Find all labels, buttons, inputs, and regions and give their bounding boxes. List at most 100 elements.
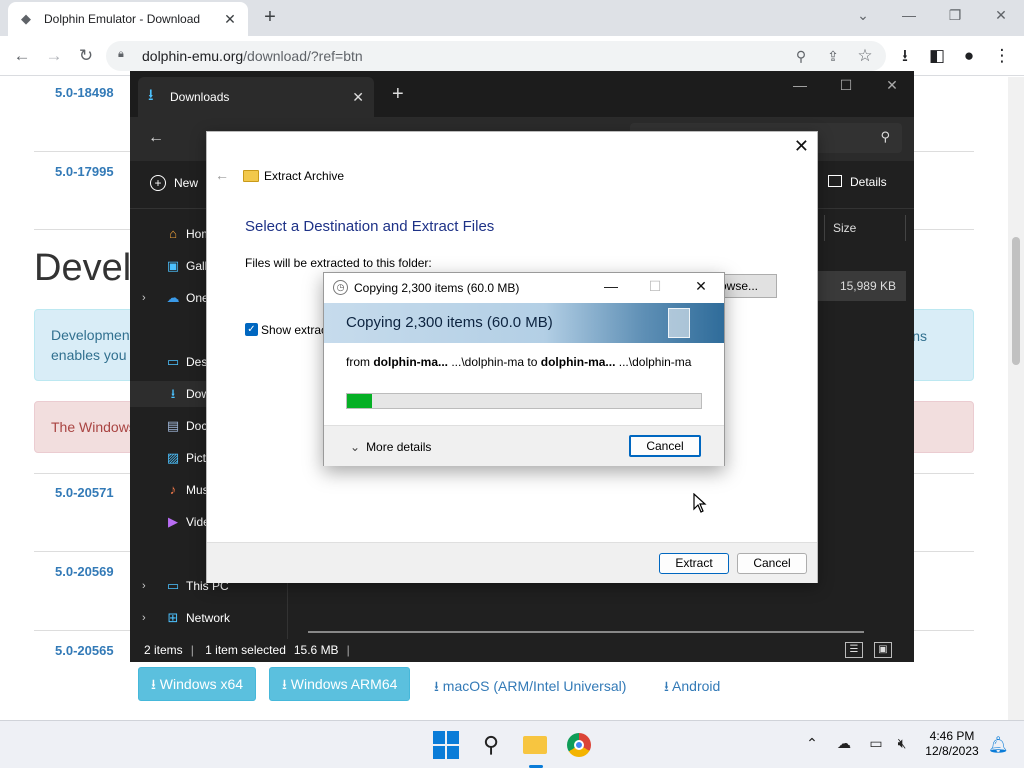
chevron-right-icon[interactable]: ›: [142, 605, 146, 631]
minimize-button[interactable]: —: [780, 77, 820, 93]
home-icon: ⌂: [169, 226, 177, 241]
download-icon: ⭳: [282, 676, 291, 692]
explorer-tab[interactable]: ⭳ Downloads ✕: [138, 77, 374, 117]
browser-tab[interactable]: ◆ Dolphin Emulator - Download ✕: [8, 2, 248, 36]
bookmark-star-icon[interactable]: ☆: [853, 44, 877, 68]
windows-start-icon[interactable]: [433, 731, 461, 759]
plus-icon: +: [150, 175, 166, 191]
version-link[interactable]: 5.0-20565: [55, 643, 114, 658]
source-name[interactable]: dolphin-ma...: [373, 355, 448, 369]
download-macos-link[interactable]: ⭳ macOS (ARM/Intel Universal): [434, 676, 626, 700]
status-selected: 1 item selected: [205, 643, 286, 657]
version-link[interactable]: 5.0-20571: [55, 485, 114, 500]
close-icon[interactable]: ✕: [686, 278, 716, 295]
details-pane-icon: [828, 175, 842, 187]
extract-button[interactable]: Extract: [659, 553, 729, 574]
new-tab-button[interactable]: +: [260, 6, 280, 28]
computer-icon: ▭: [166, 578, 180, 593]
cancel-button[interactable]: Cancel: [737, 553, 807, 574]
forward-arrow-icon[interactable]: →: [42, 44, 66, 68]
downloads-icon[interactable]: ⭳: [893, 44, 917, 68]
folder-shape: [523, 736, 547, 754]
cancel-copy-button[interactable]: Cancel: [629, 435, 701, 457]
restore-button[interactable]: ❐: [932, 4, 978, 26]
back-arrow-icon[interactable]: ←: [148, 129, 164, 147]
lock-icon: 🔒︎: [118, 48, 124, 60]
destination-name[interactable]: dolphin-ma...: [541, 355, 616, 369]
network-icon[interactable]: ▭: [866, 735, 886, 752]
address-bar[interactable]: 🔒︎ dolphin-emu.org/download/?ref=btn: [106, 41, 886, 71]
file-size: 15,989 KB: [839, 279, 896, 293]
close-tab-icon[interactable]: ✕: [352, 89, 364, 106]
horizontal-scrollbar[interactable]: [308, 631, 864, 633]
download-windows-arm64-button[interactable]: ⭳ Windows ARM64: [269, 667, 411, 701]
cloud-icon: ☁: [166, 290, 180, 305]
taskbar-clock[interactable]: 4:46 PM 12/8/2023: [924, 729, 980, 759]
copy-dialog-footer: ⌄ More details Cancel: [324, 425, 724, 466]
destination-label: Files will be extracted to this folder:: [245, 256, 432, 270]
tab-search-icon[interactable]: ⌄: [840, 4, 886, 26]
clock-date: 12/8/2023: [925, 744, 979, 758]
zip-folder-icon: [243, 170, 259, 182]
clock-time: 4:46 PM: [929, 729, 975, 743]
column-header-size[interactable]: Size: [824, 215, 906, 241]
from-label: from: [346, 355, 374, 369]
separator: |: [190, 643, 194, 657]
show-files-checkbox[interactable]: ✓: [245, 323, 258, 336]
close-icon[interactable]: ✕: [794, 136, 809, 157]
copy-dialog-title: Copying 2,300 items (60.0 MB): [354, 281, 520, 295]
show-files-label: Show extract: [261, 323, 331, 337]
chevron-right-icon[interactable]: ›: [142, 285, 146, 311]
menu-kebab-icon[interactable]: ⋮: [990, 44, 1014, 68]
file-explorer-icon[interactable]: [521, 731, 549, 768]
download-icon: ⭳: [170, 386, 176, 401]
gallery-icon: ▣: [166, 258, 180, 273]
new-tab-button[interactable]: +: [392, 83, 404, 106]
version-link[interactable]: 5.0-17995: [55, 164, 114, 179]
details-button[interactable]: Details: [828, 175, 887, 189]
new-button[interactable]: + New: [150, 175, 198, 191]
side-panel-icon[interactable]: ◧: [925, 44, 949, 68]
volume-muted-icon[interactable]: 🔇︎: [892, 735, 912, 752]
desktop-icon: ▭: [166, 354, 180, 369]
status-size: 15.6 MB: [293, 643, 339, 657]
maximize-button[interactable]: ☐: [826, 77, 866, 94]
cloud-sync-icon[interactable]: ☁: [834, 735, 854, 752]
minimize-button[interactable]: —: [596, 278, 626, 294]
page-scrollbar[interactable]: [1008, 77, 1024, 720]
close-window-button[interactable]: ✕: [872, 77, 912, 94]
profile-icon[interactable]: ●: [957, 44, 981, 68]
source-path: ...\dolphin-ma: [448, 355, 525, 369]
download-icon: ⭳: [148, 86, 154, 104]
network-icon: ⊞: [167, 610, 179, 625]
chevron-up-icon[interactable]: ⌃: [802, 735, 822, 752]
to-label: to: [524, 355, 541, 369]
chrome-icon[interactable]: [565, 731, 593, 759]
explorer-tab-strip: ⭳ Downloads ✕ + — ☐ ✕: [130, 71, 914, 117]
close-tab-icon[interactable]: ✕: [222, 11, 238, 28]
search-icon[interactable]: ⚲: [789, 44, 813, 68]
version-link[interactable]: 5.0-18498: [55, 85, 114, 100]
minimize-button[interactable]: —: [886, 4, 932, 26]
download-windows-x64-button[interactable]: ⭳ Windows x64: [138, 667, 257, 701]
notification-bell-icon[interactable]: 🔔︎: [988, 735, 1008, 755]
more-details-toggle[interactable]: ⌄ More details: [350, 440, 431, 454]
details-view-icon[interactable]: ☰: [845, 642, 863, 658]
chevron-right-icon[interactable]: ›: [142, 573, 146, 599]
scrollbar-thumb[interactable]: [1012, 237, 1020, 365]
taskbar: ⚲ ⌃ ☁ ▭ 🔇︎ 4:46 PM 12/8/2023 🔔︎: [0, 720, 1024, 768]
document-icon: [668, 308, 690, 338]
document-icon: ▤: [166, 418, 180, 433]
close-window-button[interactable]: ✕: [978, 4, 1024, 26]
share-icon[interactable]: ⇪: [821, 44, 845, 68]
back-arrow-icon[interactable]: ←: [10, 44, 34, 68]
search-icon[interactable]: ⚲: [477, 731, 505, 759]
nav-item-network[interactable]: › ⊞ Network: [130, 605, 288, 631]
dialog-title: Extract Archive: [264, 169, 345, 183]
version-link[interactable]: 5.0-20569: [55, 564, 114, 579]
back-arrow-icon[interactable]: ←: [215, 167, 229, 183]
tiles-view-icon[interactable]: ▣: [874, 642, 892, 658]
reload-icon[interactable]: ↻: [74, 44, 98, 68]
download-android-link[interactable]: ⭳ Android: [664, 676, 720, 700]
view-buttons: ☰ ▣: [842, 641, 900, 658]
